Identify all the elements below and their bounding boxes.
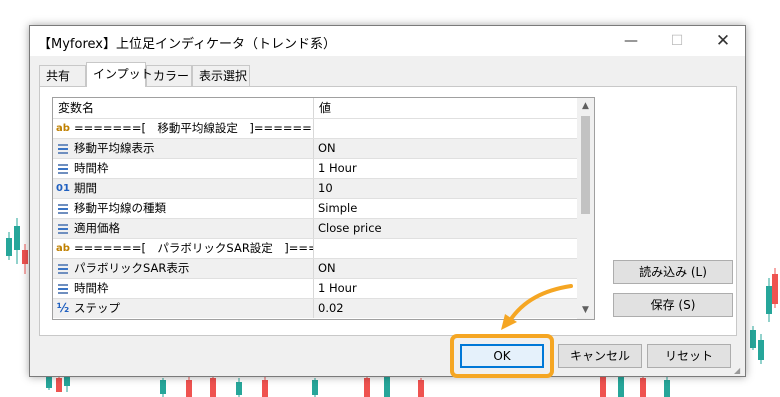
title-bar[interactable]: 【Myforex】上位足インディケータ（トレンド系） — ☐ ✕ bbox=[30, 26, 745, 56]
price-candle bbox=[772, 268, 778, 308]
resize-grip-icon[interactable]: ◢ bbox=[734, 366, 744, 376]
scroll-up-arrow-icon[interactable]: ▲ bbox=[577, 98, 594, 115]
grid-row[interactable]: 時間枠 1 Hour bbox=[53, 158, 577, 178]
price-candle bbox=[758, 334, 764, 364]
price-candle bbox=[236, 378, 242, 397]
price-candle bbox=[364, 376, 370, 397]
tab-inputs[interactable]: インプット bbox=[86, 62, 153, 87]
price-candle bbox=[262, 376, 268, 397]
tab-panel: 変数名 値 ab =======[ 移動平均線設定 ]======== 移動平均線表… bbox=[39, 86, 737, 336]
price-candle bbox=[750, 326, 756, 350]
value-cell[interactable] bbox=[314, 239, 577, 258]
value-cell[interactable] bbox=[314, 119, 577, 138]
grid-row[interactable]: ab =======[ 移動平均線設定 ]======== bbox=[53, 118, 577, 138]
list-icon bbox=[56, 159, 70, 178]
column-header-value[interactable]: 値 bbox=[314, 98, 577, 118]
pointer-arrow-icon bbox=[501, 284, 573, 330]
tab-common[interactable]: 共有 bbox=[39, 65, 86, 86]
column-header-variable[interactable]: 変数名 bbox=[53, 98, 314, 118]
window-title: 【Myforex】上位足インディケータ（トレンド系） bbox=[38, 37, 337, 52]
scroll-thumb[interactable] bbox=[581, 116, 590, 214]
variable-name-cell[interactable]: 移動平均線の種類 bbox=[53, 199, 314, 218]
price-candle bbox=[14, 218, 20, 264]
variable-name-label: 移動平均線の種類 bbox=[74, 201, 166, 215]
variable-name-label: 期間 bbox=[74, 181, 97, 195]
grid-row[interactable]: 移動平均線の種類 Simple bbox=[53, 198, 577, 218]
variable-name-cell[interactable]: 移動平均線表示 bbox=[53, 139, 314, 158]
variable-name-label: 時間枠 bbox=[74, 161, 109, 175]
cancel-button[interactable]: キャンセル bbox=[558, 344, 642, 368]
list-icon bbox=[56, 139, 70, 158]
variable-name-cell[interactable]: 時間枠 bbox=[53, 159, 314, 178]
list-icon bbox=[56, 219, 70, 238]
grid-row[interactable]: 移動平均線表示 ON bbox=[53, 138, 577, 158]
price-candle bbox=[418, 378, 424, 397]
price-candle bbox=[6, 232, 12, 260]
integer-icon: 01 bbox=[56, 183, 70, 194]
tab-colors[interactable]: カラー bbox=[146, 65, 192, 86]
value-cell[interactable]: Simple bbox=[314, 199, 577, 218]
variable-name-cell[interactable]: 時間枠 bbox=[53, 279, 314, 298]
vertical-scrollbar[interactable]: ▲ ▼ bbox=[577, 98, 594, 319]
grid-row[interactable]: 01 期間 10 bbox=[53, 178, 577, 198]
variable-name-cell[interactable]: 01 期間 bbox=[53, 179, 314, 198]
maximize-button: ☐ bbox=[670, 33, 684, 49]
value-cell[interactable]: 10 bbox=[314, 179, 577, 198]
list-icon bbox=[56, 199, 70, 218]
price-candle bbox=[312, 378, 318, 397]
variable-name-label: 移動平均線表示 bbox=[74, 141, 155, 155]
variable-name-label: ステップ bbox=[74, 301, 120, 315]
list-icon bbox=[56, 259, 70, 278]
ab-icon: ab bbox=[56, 123, 70, 134]
grid-row[interactable]: 適用価格 Close price bbox=[53, 218, 577, 238]
value-cell[interactable]: ON bbox=[314, 139, 577, 158]
variable-name-cell[interactable]: パラボリックSAR表示 bbox=[53, 259, 314, 278]
double-icon: ½ bbox=[56, 301, 70, 315]
value-cell[interactable]: ON bbox=[314, 259, 577, 278]
ok-highlight-frame bbox=[450, 334, 554, 378]
grid-row[interactable]: ab =======[ パラボリックSAR設定 ]====== bbox=[53, 238, 577, 258]
variable-name-label: パラボリックSAR表示 bbox=[74, 261, 190, 275]
price-candle bbox=[664, 376, 670, 397]
tab-visualization[interactable]: 表示選択 bbox=[192, 65, 250, 86]
close-button[interactable]: ✕ bbox=[700, 26, 746, 56]
ab-icon: ab bbox=[56, 243, 70, 254]
grid-row[interactable]: パラボリックSAR表示 ON bbox=[53, 258, 577, 278]
variable-name-cell[interactable]: ab =======[ 移動平均線設定 ]======== bbox=[53, 119, 314, 138]
variable-name-label: 適用価格 bbox=[74, 221, 120, 235]
indicator-dialog: 【Myforex】上位足インディケータ（トレンド系） — ☐ ✕ 共有 インプッ… bbox=[29, 25, 746, 377]
minimize-button[interactable]: — bbox=[608, 26, 654, 56]
load-button[interactable]: 読み込み (L) bbox=[613, 260, 733, 284]
price-candle bbox=[640, 374, 646, 397]
variable-name-cell[interactable]: ½ ステップ bbox=[53, 299, 314, 318]
price-candle bbox=[22, 244, 28, 274]
value-cell[interactable]: Close price bbox=[314, 219, 577, 238]
price-candle bbox=[186, 376, 192, 397]
reset-button[interactable]: リセット bbox=[647, 344, 731, 368]
variable-name-label: =======[ パラボリックSAR設定 ]====== bbox=[74, 241, 313, 255]
variable-name-label: =======[ 移動平均線設定 ]======== bbox=[74, 121, 314, 135]
price-candle bbox=[160, 378, 166, 397]
variable-name-cell[interactable]: 適用価格 bbox=[53, 219, 314, 238]
save-button[interactable]: 保存 (S) bbox=[613, 293, 733, 317]
variable-name-cell[interactable]: ab =======[ パラボリックSAR設定 ]====== bbox=[53, 239, 314, 258]
list-icon bbox=[56, 279, 70, 298]
variable-name-label: 時間枠 bbox=[74, 281, 109, 295]
value-cell[interactable]: 1 Hour bbox=[314, 159, 577, 178]
grid-header: 変数名 値 bbox=[53, 98, 577, 118]
scroll-down-arrow-icon[interactable]: ▼ bbox=[577, 302, 594, 319]
